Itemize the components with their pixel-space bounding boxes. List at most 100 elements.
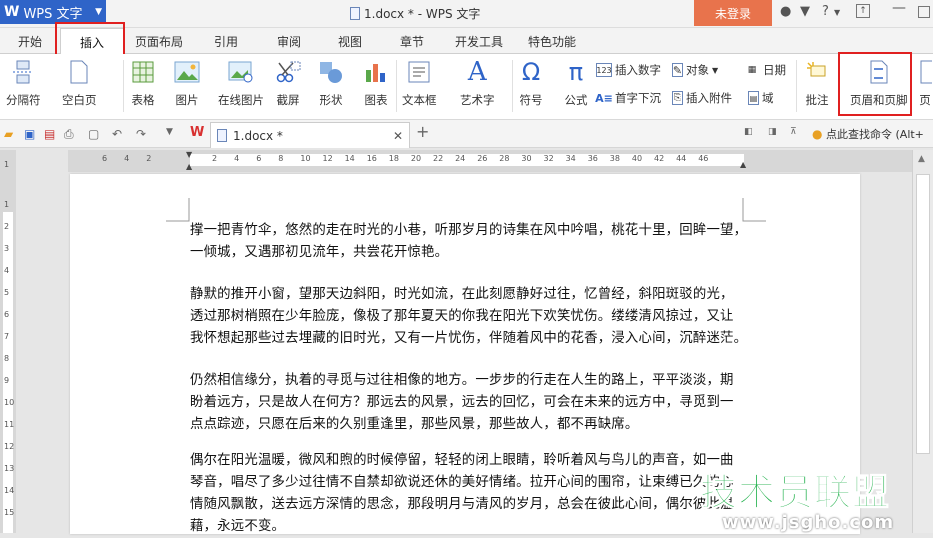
page-break-button[interactable]: 分隔符 bbox=[6, 58, 41, 108]
document-tab[interactable]: 1.docx * ✕ bbox=[210, 122, 410, 148]
date-icon: ▦ bbox=[747, 65, 757, 75]
field-button[interactable]: ▤ 域 bbox=[748, 90, 774, 106]
ruler-tick-label: 28 bbox=[499, 154, 510, 163]
comment-button[interactable]: 批注 bbox=[804, 58, 830, 108]
insert-number-button[interactable]: 123 插入数字 bbox=[596, 62, 661, 78]
paragraph[interactable]: 偶尔在阳光温暖，微风和煦的时候停留，轻轻的闭上眼睛，聆听着风与鸟儿的声音，如一曲… bbox=[190, 450, 750, 538]
document-icon bbox=[350, 7, 360, 20]
save-icon[interactable]: ▣ bbox=[24, 127, 35, 141]
margin-corner-mark bbox=[166, 198, 190, 222]
textbox-button[interactable]: 文本框 bbox=[402, 58, 437, 108]
online-picture-button[interactable]: 在线图片 bbox=[218, 58, 264, 108]
tab-nav-icon[interactable]: ◨ bbox=[768, 127, 777, 137]
help-dropdown-icon[interactable]: ▼ bbox=[834, 8, 840, 17]
ruler-tick-label: 6 bbox=[4, 310, 10, 319]
tab-view[interactable]: 视图 bbox=[338, 28, 362, 54]
text-line: 撑一把青竹伞，悠然的走在时光的小巷，听那岁月的诗集在风中吟唱，桃花十里，回眸一望… bbox=[190, 223, 748, 238]
lightbulb-icon: ● bbox=[812, 127, 823, 141]
vertical-ruler[interactable]: 1 1 2 3 4 5 6 7 8 9 10 11 12 13 14 15 bbox=[0, 150, 16, 533]
object-button[interactable]: ✎ 对象 ▼ bbox=[672, 62, 718, 78]
tab-developer[interactable]: 开发工具 bbox=[455, 28, 503, 54]
new-tab-icon[interactable]: + bbox=[416, 122, 429, 141]
wordart-button[interactable]: A 艺术字 bbox=[460, 57, 495, 108]
restore-icon[interactable] bbox=[918, 6, 930, 18]
title-bar: W WPS 文字 ▼ 1.docx * - WPS 文字 未登录 ● ▼ ? ▼… bbox=[0, 0, 933, 28]
vertical-scrollbar[interactable]: ▲ bbox=[912, 150, 933, 533]
text-line: 琴音，唱尽了多少过往情不自禁却欲说还休的美好情绪。拉开心间的围帘，让束缚已久的心 bbox=[190, 475, 734, 490]
ribbon-toolbar: 分隔符 空白页 表格 图片 在线图片 截屏 形状 图表 文本框 A 艺术字 Ω … bbox=[0, 54, 933, 120]
ruler-tick-label: 5 bbox=[4, 288, 10, 297]
chart-button[interactable]: 图表 bbox=[363, 58, 389, 108]
formula-pi-icon: π bbox=[568, 58, 584, 86]
ribbon-tab-bar: 开始 插入 页面布局 引用 审阅 视图 章节 开发工具 特色功能 bbox=[0, 28, 933, 55]
shapes-button[interactable]: 形状 bbox=[318, 58, 344, 108]
redo-icon[interactable]: ↷ bbox=[136, 127, 146, 141]
tab-features[interactable]: 特色功能 bbox=[528, 28, 576, 54]
skin-icon[interactable]: ● bbox=[780, 4, 791, 19]
minimize-icon[interactable]: — bbox=[892, 0, 906, 16]
page-button[interactable]: 页 bbox=[918, 58, 932, 108]
header-footer-button[interactable]: 页眉和页脚 bbox=[850, 58, 908, 108]
paragraph[interactable]: 仍然相信缘分，执着的寻觅与过往相像的地方。一步步的行走在人生的路上，平平淡淡，期… bbox=[190, 370, 750, 436]
ruler-tick-label: 14 bbox=[344, 154, 355, 163]
window-title: 1.docx * - WPS 文字 bbox=[350, 5, 480, 22]
ruler-tick-label: 6 bbox=[256, 154, 262, 163]
horizontal-ruler[interactable]: ▼ ▲ ▲ 6 4 2 2 4 6 8 10 12 14 16 18 20 22 24 26 28 30 32 34 3… bbox=[68, 150, 912, 172]
tab-page-layout[interactable]: 页面布局 bbox=[135, 28, 183, 54]
indent-marker[interactable]: ▼ bbox=[186, 150, 192, 159]
screenshot-icon bbox=[275, 58, 301, 86]
attachment-button[interactable]: ⎘ 插入附件 bbox=[672, 90, 732, 106]
ruler-tick-label: 13 bbox=[4, 464, 15, 473]
ruler-tick-label: 34 bbox=[565, 154, 576, 163]
date-button[interactable]: ▦ 日期 bbox=[744, 62, 786, 78]
scrollbar-thumb[interactable] bbox=[916, 174, 930, 454]
help-icon[interactable]: ? bbox=[822, 4, 829, 19]
shapes-icon bbox=[318, 58, 344, 86]
collapse-ribbon-icon[interactable]: ⊼ bbox=[790, 127, 797, 137]
table-button[interactable]: 表格 bbox=[130, 58, 156, 108]
ruler-tick-label: 16 bbox=[366, 154, 377, 163]
drop-cap-button[interactable]: A≡ 首字下沉 bbox=[595, 90, 661, 106]
open-folder-icon[interactable]: ▰ bbox=[4, 127, 13, 141]
text-line: 静默的推开小窗，望那天边斜阳，时光如流，在此刻愿静好过往，忆曾经，斜阳斑驳的光， bbox=[190, 287, 734, 302]
close-tab-icon[interactable]: ✕ bbox=[393, 129, 403, 143]
ruler-tick-label: 36 bbox=[587, 154, 598, 163]
tab-list-icon[interactable]: ◧ bbox=[744, 127, 753, 137]
tab-review[interactable]: 审阅 bbox=[277, 28, 301, 54]
paragraph[interactable]: 撑一把青竹伞，悠然的走在时光的小巷，听那岁月的诗集在风中吟唱，桃花十里，回眸一望… bbox=[190, 220, 750, 264]
ruler-tick-label: 4 bbox=[124, 154, 130, 163]
symbol-button[interactable]: Ω 符号 bbox=[518, 58, 544, 108]
tab-home[interactable]: 开始 bbox=[18, 28, 42, 54]
text-line: 藉，永远不变。 bbox=[190, 519, 286, 534]
header-footer-icon bbox=[866, 58, 892, 86]
ruler-tick-label: 22 bbox=[433, 154, 444, 163]
export-pdf-icon[interactable]: ▤ bbox=[44, 127, 55, 141]
screenshot-button[interactable]: 截屏 bbox=[275, 58, 301, 108]
scroll-up-icon[interactable]: ▲ bbox=[918, 154, 925, 164]
print-icon[interactable]: ⎙ bbox=[64, 127, 74, 142]
chevron-down-icon: ▼ bbox=[95, 7, 102, 17]
separator bbox=[796, 60, 797, 112]
tab-sections[interactable]: 章节 bbox=[400, 28, 424, 54]
quick-access-bar: ▰ ▣ ▤ ⎙ ▢ ↶ ↷ ▼ W 1.docx * ✕ + ◧ ◨ ⊼ ● 点… bbox=[0, 120, 933, 148]
undo-icon[interactable]: ↶ bbox=[112, 127, 122, 141]
paragraph[interactable]: 静默的推开小窗，望那天边斜阳，时光如流，在此刻愿静好过往，忆曾经，斜阳斑驳的光，… bbox=[190, 284, 750, 350]
tab-references[interactable]: 引用 bbox=[214, 28, 238, 54]
customize-dropdown-icon[interactable]: ▼ bbox=[166, 127, 173, 137]
separator bbox=[123, 60, 124, 112]
upload-icon[interactable]: ↑ bbox=[856, 4, 870, 18]
symbol-omega-icon: Ω bbox=[521, 58, 541, 86]
tab-insert[interactable]: 插入 bbox=[60, 28, 124, 55]
login-button[interactable]: 未登录 bbox=[694, 0, 772, 26]
command-search-input[interactable]: 点此查找命令 (Alt+ bbox=[826, 126, 933, 142]
print-preview-icon[interactable]: ▢ bbox=[88, 127, 99, 141]
watermark-logo: 技术员联盟 www.jsgho.com bbox=[700, 471, 895, 534]
shirt-icon[interactable]: ▼ bbox=[800, 4, 810, 19]
indent-marker[interactable]: ▲ bbox=[186, 162, 192, 171]
blank-page-button[interactable]: 空白页 bbox=[62, 58, 97, 108]
chart-icon bbox=[363, 58, 389, 86]
right-indent-marker[interactable]: ▲ bbox=[740, 160, 746, 169]
formula-button[interactable]: π 公式 bbox=[563, 58, 589, 108]
picture-button[interactable]: 图片 bbox=[174, 58, 200, 108]
app-menu-button[interactable]: W WPS 文字 ▼ bbox=[0, 0, 106, 24]
